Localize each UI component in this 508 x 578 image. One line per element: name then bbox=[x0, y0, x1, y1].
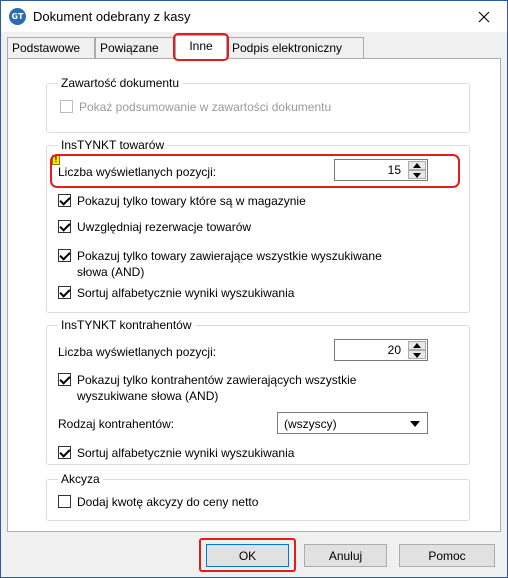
group-legend: InsTYNKT kontrahentów bbox=[58, 318, 195, 332]
app-icon: GT bbox=[9, 8, 26, 25]
ok-button[interactable]: OK bbox=[206, 544, 289, 567]
contractor-count-label: Liczba wyświetlanych pozycji: bbox=[58, 345, 217, 359]
product-count-row: Liczba wyświetlanych pozycji: bbox=[58, 164, 216, 180]
product-all-words-option[interactable]: Pokazuj tylko towary zawierające wszystk… bbox=[58, 248, 382, 280]
contractor-all-words-option[interactable]: Pokazuj tylko kontrahentów zawierających… bbox=[58, 372, 356, 404]
contractor-all-words-line1: Pokazuj tylko kontrahentów zawierających… bbox=[77, 373, 357, 387]
product-count-label: Liczba wyświetlanych pozycji: bbox=[58, 165, 217, 179]
show-summary-option[interactable]: Pokaż podsumowanie w zawartości dokument… bbox=[60, 99, 331, 115]
contractor-type-row: Rodzaj kontrahentów: bbox=[58, 416, 174, 432]
spin-down-arrow-icon[interactable] bbox=[408, 170, 426, 179]
tab-inne[interactable]: Inne bbox=[175, 35, 227, 60]
contractor-count-row: Liczba wyświetlanych pozycji: bbox=[58, 344, 216, 360]
window-title: Dokument odebrany z kasy bbox=[33, 9, 191, 24]
contractor-sort-label: Sortuj alfabetycznie wyniki wyszukiwania bbox=[77, 446, 295, 460]
contractor-sort-option[interactable]: Sortuj alfabetycznie wyniki wyszukiwania bbox=[58, 445, 294, 461]
tab-strip: Podstawowe Powiązane Inne Podpis elektro… bbox=[7, 33, 501, 61]
title-bar[interactable]: GT Dokument odebrany z kasy bbox=[1, 1, 507, 32]
group-legend: Akcyza bbox=[58, 472, 103, 486]
close-button[interactable] bbox=[461, 1, 507, 32]
close-icon bbox=[478, 11, 490, 22]
chevron-down-icon bbox=[410, 421, 420, 427]
contractor-type-value: (wszyscy) bbox=[284, 417, 337, 431]
contractor-all-words-line2: wyszukiwane słowa (AND) bbox=[77, 389, 219, 403]
tab-powiazane[interactable]: Powiązane bbox=[95, 37, 175, 59]
product-sort-label: Sortuj alfabetycznie wyniki wyszukiwania bbox=[77, 286, 295, 300]
add-excise-label: Dodaj kwotę akcyzy do ceny netto bbox=[77, 495, 259, 509]
include-reservations-option[interactable]: Uwzględniaj rezerwacje towarów bbox=[58, 219, 251, 235]
product-sort-checkbox[interactable] bbox=[58, 286, 71, 299]
contractor-sort-checkbox[interactable] bbox=[58, 446, 71, 459]
spin-buttons bbox=[408, 341, 426, 359]
product-count-stepper[interactable]: 15 bbox=[334, 159, 428, 181]
tab-podstawowe[interactable]: Podstawowe bbox=[7, 37, 95, 59]
product-all-words-label: Pokazuj tylko towary zawierające wszystk… bbox=[77, 248, 382, 280]
only-in-stock-checkbox[interactable] bbox=[58, 194, 71, 207]
show-summary-checkbox[interactable] bbox=[60, 100, 73, 113]
cancel-button[interactable]: Anuluj bbox=[304, 544, 387, 567]
group-legend: Zawartość dokumentu bbox=[58, 76, 183, 90]
include-reservations-label: Uwzględniaj rezerwacje towarów bbox=[77, 220, 252, 234]
group-legend: InsTYNKT towarów bbox=[58, 138, 168, 152]
add-excise-option[interactable]: Dodaj kwotę akcyzy do ceny netto bbox=[58, 494, 258, 510]
spin-up-arrow-icon[interactable] bbox=[408, 341, 426, 350]
contractor-all-words-checkbox[interactable] bbox=[58, 373, 71, 386]
product-all-words-line2: słowa (AND) bbox=[77, 265, 145, 279]
spin-up-arrow-icon[interactable] bbox=[408, 161, 426, 170]
spin-down-arrow-icon[interactable] bbox=[408, 350, 426, 359]
dialog-window: GT Dokument odebrany z kasy Podstawowe P… bbox=[0, 0, 508, 578]
show-summary-label: Pokaż podsumowanie w zawartości dokument… bbox=[79, 100, 332, 114]
spin-buttons bbox=[408, 161, 426, 179]
add-excise-checkbox[interactable] bbox=[58, 495, 71, 508]
tab-panel-inne: Zawartość dokumentu ! Pokaż podsumowanie… bbox=[7, 58, 501, 532]
contractor-count-value: 20 bbox=[387, 343, 401, 357]
tab-podpis-elektroniczny[interactable]: Podpis elektroniczny bbox=[227, 37, 364, 59]
contractor-type-label: Rodzaj kontrahentów: bbox=[58, 417, 175, 431]
only-in-stock-label: Pokazuj tylko towary które są w magazyni… bbox=[77, 194, 306, 208]
contractor-type-select[interactable]: (wszyscy) bbox=[277, 412, 428, 434]
contractor-all-words-label: Pokazuj tylko kontrahentów zawierających… bbox=[77, 372, 356, 404]
help-button[interactable]: Pomoc bbox=[399, 544, 495, 567]
include-reservations-checkbox[interactable] bbox=[58, 220, 71, 233]
product-count-value: 15 bbox=[387, 163, 401, 177]
product-all-words-checkbox[interactable] bbox=[58, 249, 71, 262]
contractor-count-stepper[interactable]: 20 bbox=[334, 339, 428, 361]
product-sort-option[interactable]: Sortuj alfabetycznie wyniki wyszukiwania bbox=[58, 285, 294, 301]
product-all-words-line1: Pokazuj tylko towary zawierające wszystk… bbox=[77, 249, 382, 263]
only-in-stock-option[interactable]: Pokazuj tylko towary które są w magazyni… bbox=[58, 193, 306, 209]
